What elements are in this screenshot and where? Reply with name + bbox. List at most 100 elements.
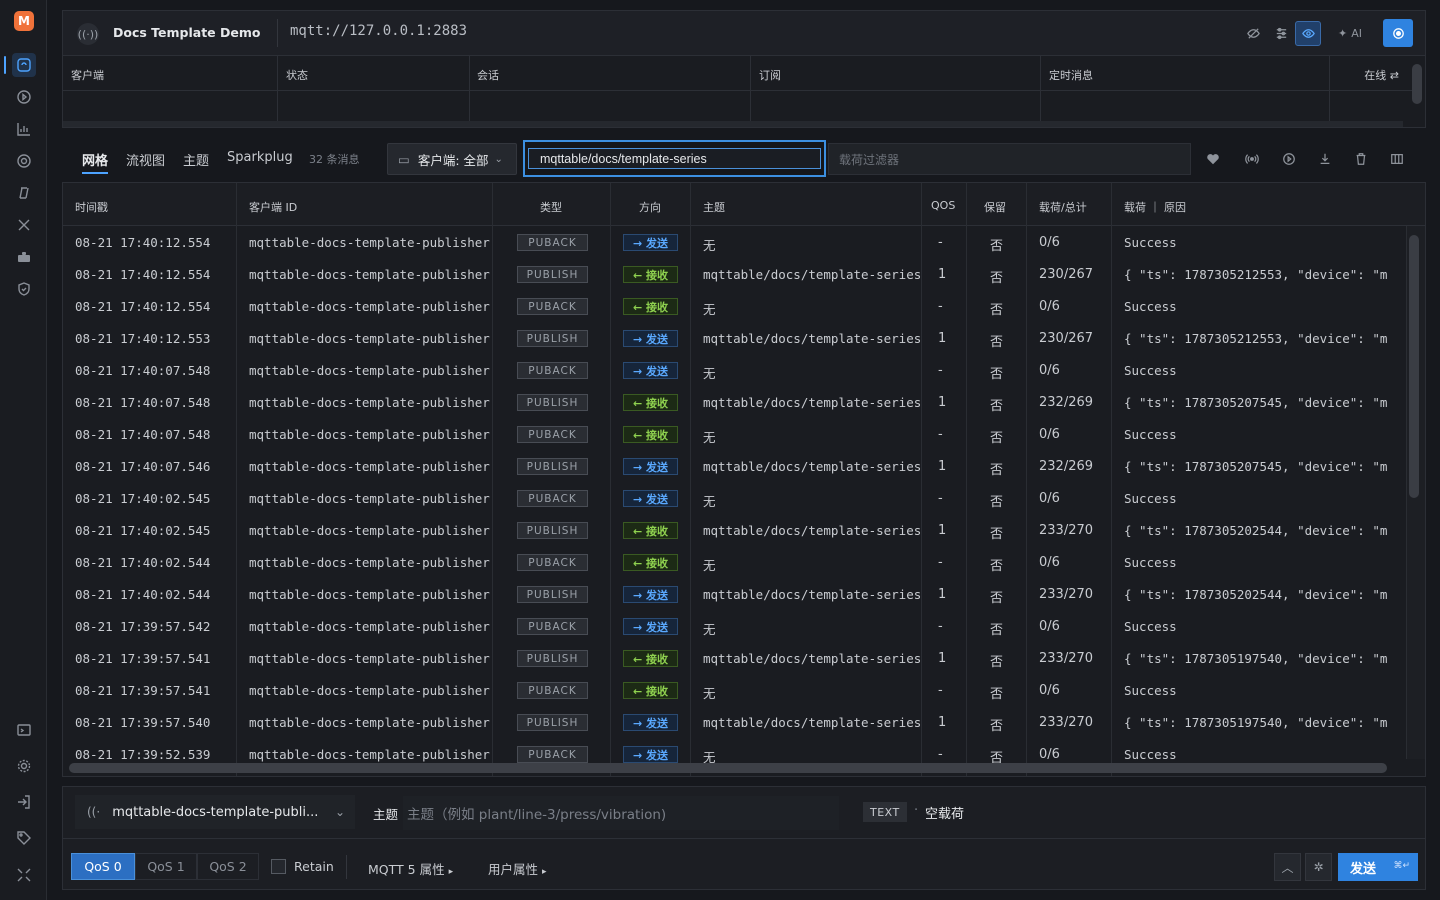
- chevron-up-icon[interactable]: ︿: [1274, 853, 1301, 881]
- header-client-id[interactable]: 客户端 ID: [249, 199, 297, 215]
- composer-client-select[interactable]: ((· mqttable-docs-template-publi... ⌄: [75, 795, 355, 829]
- broadcast-icon[interactable]: [1244, 151, 1260, 167]
- col-state: 状态: [286, 69, 308, 82]
- settings-icon[interactable]: [12, 754, 36, 778]
- trash-icon[interactable]: [1353, 151, 1369, 167]
- tab-grid[interactable]: 网格: [82, 150, 109, 174]
- header-size[interactable]: 载荷/总计: [1039, 199, 1087, 215]
- cell-client-id: mqttable-docs-template-publisher: [249, 395, 490, 410]
- table-row[interactable]: 08-21 17:39:57.542 mqttable-docs-template…: [63, 611, 1405, 643]
- status-scrollbar[interactable]: [1412, 64, 1422, 104]
- online-toggle[interactable]: 在线 ⇄: [1364, 67, 1399, 83]
- script-icon[interactable]: [12, 181, 36, 205]
- play-icon[interactable]: [1281, 151, 1297, 167]
- table-row[interactable]: 08-21 17:40:07.546 mqttable-docs-template…: [63, 451, 1405, 483]
- qos-2-button[interactable]: QoS 2: [197, 853, 259, 880]
- header-type[interactable]: 类型: [540, 199, 562, 215]
- table-row[interactable]: 08-21 17:40:07.548 mqttable-docs-template…: [63, 419, 1405, 451]
- play-icon[interactable]: [12, 85, 36, 109]
- toolbox-icon[interactable]: [12, 245, 36, 269]
- table-row[interactable]: 08-21 17:40:02.544 mqttable-docs-template…: [63, 547, 1405, 579]
- cell-payload: { "ts": 1787305207545, "device": "m: [1124, 459, 1388, 474]
- bug-icon[interactable]: ✲: [1305, 853, 1332, 881]
- table-row[interactable]: 08-21 17:40:02.544 mqttable-docs-template…: [63, 579, 1405, 611]
- table-row[interactable]: 08-21 17:40:12.554 mqttable-docs-template…: [63, 259, 1405, 291]
- collapse-icon[interactable]: [12, 863, 36, 887]
- chart-icon[interactable]: [12, 117, 36, 141]
- cell-topic: 无: [703, 622, 716, 637]
- grid-hscrollbar[interactable]: [69, 763, 1387, 773]
- tools-icon[interactable]: [12, 213, 36, 237]
- target-icon[interactable]: [12, 149, 36, 173]
- cell-topic: 无: [703, 366, 716, 381]
- table-row[interactable]: 08-21 17:40:07.548 mqttable-docs-template…: [63, 355, 1405, 387]
- cell-client-id: mqttable-docs-template-publisher: [249, 683, 490, 698]
- table-row[interactable]: 08-21 17:40:07.548 mqttable-docs-template…: [63, 387, 1405, 419]
- table-row[interactable]: 08-21 17:40:12.554 mqttable-docs-template…: [63, 291, 1405, 323]
- status-hscrollbar[interactable]: [63, 121, 1403, 127]
- mqtt5-properties-toggle[interactable]: MQTT 5 属性 ▸: [368, 859, 453, 878]
- header-timestamp[interactable]: 时间戳: [75, 199, 108, 215]
- topic-filter-input[interactable]: [528, 148, 821, 169]
- eye-icon[interactable]: [1295, 21, 1321, 46]
- tag-icon[interactable]: [12, 826, 36, 850]
- ai-button[interactable]: ✦ AI: [1333, 21, 1367, 46]
- payload-format-badge[interactable]: TEXT: [863, 802, 907, 822]
- message-toolbar: 网格 流视图 主题 Sparkplug 32 条消息 ▭ 客户端: 全部 ⌄ 载荷过…: [62, 138, 1426, 182]
- tab-topics[interactable]: 主题: [183, 150, 209, 169]
- qos-1-button[interactable]: QoS 1: [135, 853, 197, 880]
- login-icon[interactable]: [12, 790, 36, 814]
- header-payload[interactable]: 载荷 ｜ 原因: [1124, 199, 1186, 215]
- tab-sparkplug[interactable]: Sparkplug: [227, 150, 293, 165]
- header-qos[interactable]: QOS: [931, 199, 955, 212]
- table-row[interactable]: 08-21 17:40:12.554 mqttable-docs-template…: [63, 227, 1405, 259]
- table-row[interactable]: 08-21 17:39:57.541 mqttable-docs-template…: [63, 675, 1405, 707]
- download-icon[interactable]: [1317, 151, 1333, 167]
- chevron-down-icon: ⌄: [494, 153, 503, 165]
- cell-payload: Success: [1124, 491, 1177, 506]
- cell-timestamp: 08-21 17:40:12.553: [75, 331, 211, 346]
- shield-icon[interactable]: [12, 277, 36, 301]
- connection-name: Docs Template Demo: [113, 25, 261, 40]
- header-retain[interactable]: 保留: [984, 199, 1006, 215]
- header-direction[interactable]: 方向: [639, 199, 661, 215]
- table-row[interactable]: 08-21 17:39:57.540 mqttable-docs-template…: [63, 707, 1405, 739]
- record-icon[interactable]: [1383, 19, 1413, 47]
- cell-topic: mqttable/docs/template-series: [703, 267, 922, 282]
- eye-off-icon[interactable]: [1241, 21, 1265, 46]
- publish-topic-input[interactable]: 主题（例如 plant/line-3/press/vibration): [403, 796, 839, 830]
- main-panel: ((·)) Docs Template Demo mqtt://127.0.0.…: [62, 10, 1426, 890]
- table-row[interactable]: 08-21 17:39:57.541 mqttable-docs-template…: [63, 643, 1405, 675]
- cell-retain: 否: [990, 527, 1004, 542]
- cell-retain: 否: [990, 367, 1004, 382]
- cell-topic: mqttable/docs/template-series: [703, 587, 922, 602]
- cell-qos: 1: [938, 331, 947, 346]
- cell-topic: 无: [703, 302, 716, 317]
- client-filter-select[interactable]: ▭ 客户端: 全部 ⌄: [387, 143, 517, 175]
- terminal-icon[interactable]: [12, 718, 36, 742]
- columns-icon[interactable]: [1389, 151, 1405, 167]
- retain-checkbox[interactable]: Retain: [271, 859, 334, 874]
- send-button[interactable]: 发送 ⌘↵: [1338, 853, 1418, 881]
- col-divider: [1040, 56, 1041, 128]
- header-topic[interactable]: 主题: [703, 199, 725, 215]
- table-row[interactable]: 08-21 17:40:12.553 mqttable-docs-template…: [63, 323, 1405, 355]
- tab-stream[interactable]: 流视图: [126, 150, 165, 169]
- table-row[interactable]: 08-21 17:40:02.545 mqttable-docs-template…: [63, 483, 1405, 515]
- cell-retain: 否: [990, 559, 1004, 574]
- cell-timestamp: 08-21 17:40:12.554: [75, 267, 211, 282]
- cell-client-id: mqttable-docs-template-publisher: [249, 331, 490, 346]
- grid-vscrollbar[interactable]: [1409, 235, 1419, 498]
- broadcast-icon[interactable]: ((·)): [77, 23, 99, 45]
- user-properties-toggle[interactable]: 用户属性 ▸: [488, 859, 547, 878]
- user-props-label: 用户属性: [488, 862, 539, 877]
- qos-0-button[interactable]: QoS 0: [71, 853, 135, 880]
- sliders-icon[interactable]: [1269, 21, 1293, 46]
- table-row[interactable]: 08-21 17:40:02.545 mqttable-docs-template…: [63, 515, 1405, 547]
- heart-icon[interactable]: [1205, 151, 1221, 167]
- type-badge: PUBACK: [517, 618, 588, 635]
- connections-icon[interactable]: [4, 53, 36, 77]
- mqtt5-props-label: MQTT 5 属性: [368, 862, 445, 877]
- cell-topic: 无: [703, 430, 716, 445]
- payload-filter-input[interactable]: 载荷过滤器: [828, 143, 1191, 175]
